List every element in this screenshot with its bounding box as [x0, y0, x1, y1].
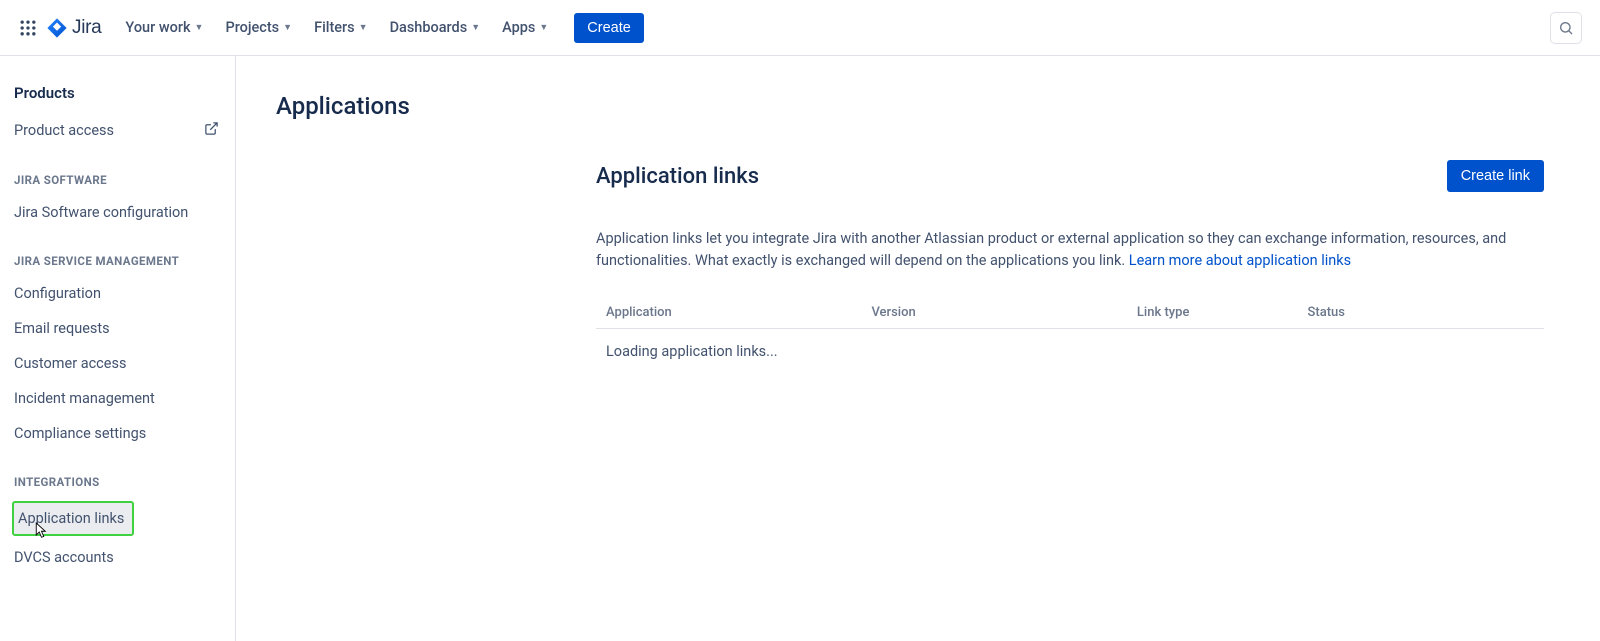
table-row: Loading application links...	[596, 328, 1544, 374]
nav-apps[interactable]: Apps▼	[492, 13, 558, 42]
sidebar-dvcs-accounts[interactable]: DVCS accounts	[12, 540, 225, 575]
sidebar-application-links[interactable]: Application links	[12, 501, 134, 536]
product-name: Jira	[72, 17, 101, 39]
create-button[interactable]: Create	[574, 13, 644, 43]
loading-text: Loading application links...	[596, 328, 1544, 374]
sidebar-configuration[interactable]: Configuration	[12, 276, 225, 311]
page-title: Applications	[276, 92, 1554, 120]
sidebar-product-access[interactable]: Product access	[12, 112, 225, 149]
app-links-table: Application Version Link type Status Loa…	[596, 297, 1544, 374]
sidebar-compliance-settings[interactable]: Compliance settings	[12, 416, 225, 451]
learn-more-link[interactable]: Learn more about application links	[1129, 252, 1351, 269]
chevron-down-icon: ▼	[471, 22, 480, 33]
top-nav: Jira Your work▼ Projects▼ Filters▼ Dashb…	[0, 0, 1600, 56]
create-link-button[interactable]: Create link	[1447, 160, 1544, 192]
th-application: Application	[596, 297, 861, 329]
chevron-down-icon: ▼	[283, 22, 292, 33]
sidebar-heading: Products	[12, 84, 225, 112]
th-link-type: Link type	[1127, 297, 1298, 329]
sidebar-jira-software-config[interactable]: Jira Software configuration	[12, 195, 225, 230]
section-description: Application links let you integrate Jira…	[596, 228, 1516, 273]
app-switcher-icon[interactable]	[12, 12, 44, 44]
sidebar-group-jira-software: JIRA SOFTWARE	[12, 149, 225, 195]
nav-projects[interactable]: Projects▼	[215, 13, 302, 42]
nav-your-work[interactable]: Your work▼	[115, 13, 213, 42]
sidebar-email-requests[interactable]: Email requests	[12, 311, 225, 346]
search-icon[interactable]	[1550, 12, 1582, 44]
chevron-down-icon: ▼	[359, 22, 368, 33]
nav-items: Your work▼ Projects▼ Filters▼ Dashboards…	[115, 13, 643, 43]
sidebar-group-jsm: JIRA SERVICE MANAGEMENT	[12, 230, 225, 276]
th-status: Status	[1298, 297, 1545, 329]
sidebar-group-integrations: INTEGRATIONS	[12, 451, 225, 497]
external-link-icon	[204, 121, 219, 140]
sidebar: Products Product access JIRA SOFTWARE Ji…	[0, 56, 236, 641]
section-title: Application links	[596, 164, 759, 189]
sidebar-customer-access[interactable]: Customer access	[12, 346, 225, 381]
sidebar-incident-management[interactable]: Incident management	[12, 381, 225, 416]
jira-logo[interactable]: Jira	[46, 17, 101, 39]
nav-filters[interactable]: Filters▼	[304, 13, 377, 42]
main-content: Applications Application links Create li…	[236, 56, 1600, 641]
chevron-down-icon: ▼	[195, 22, 204, 33]
th-version: Version	[861, 297, 1126, 329]
chevron-down-icon: ▼	[539, 22, 548, 33]
nav-dashboards[interactable]: Dashboards▼	[380, 13, 491, 42]
